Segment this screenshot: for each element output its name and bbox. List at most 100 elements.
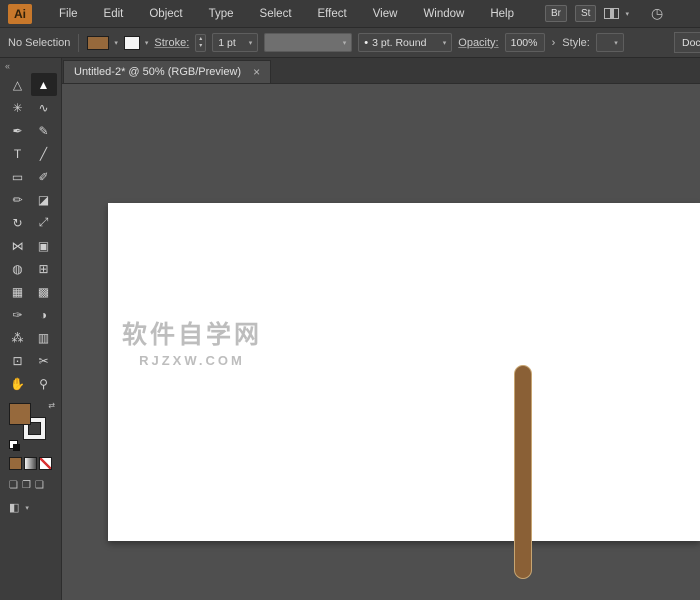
draw-normal-icon[interactable]: ❏ — [9, 480, 18, 491]
fill-swatch — [87, 36, 109, 50]
drawing-modes: ❏ ❐ ❑ — [9, 480, 61, 491]
width-tool[interactable]: ⋈ — [5, 234, 31, 257]
mesh-tool[interactable]: ▦ — [5, 280, 31, 303]
workspace-switcher[interactable]: ▾ — [604, 8, 629, 19]
separator — [78, 34, 79, 52]
menu-effect[interactable]: Effect — [305, 0, 360, 28]
chevron-down-icon: ▾ — [114, 39, 118, 47]
chevron-down-icon: ▾ — [339, 39, 347, 47]
curvature-tool[interactable]: ✎ — [31, 119, 57, 142]
drawn-stick-shape[interactable] — [514, 365, 532, 579]
opacity-field[interactable]: 100% — [505, 33, 545, 52]
canvas-area[interactable]: 软件自学网 RJZXW.COM — [62, 84, 700, 600]
stock-button[interactable]: St — [575, 5, 596, 22]
pencil-tool[interactable]: ✏ — [5, 188, 31, 211]
stroke-weight-stepper[interactable]: ▴ ▾ — [195, 34, 206, 52]
stroke-weight-dropdown[interactable]: 1 pt ▾ — [212, 33, 258, 52]
artboard: 软件自学网 RJZXW.COM — [108, 203, 700, 541]
menu-object[interactable]: Object — [136, 0, 195, 28]
stroke-swatch — [124, 36, 140, 50]
fill-stroke-indicator: ⇄ — [9, 401, 53, 449]
document-tab-bar: Untitled-2* @ 50% (RGB/Preview) × — [62, 58, 700, 84]
gradient-mode-button[interactable] — [24, 457, 37, 470]
magic-wand-tool[interactable]: ✳ — [5, 96, 31, 119]
gradient-tool[interactable]: ▩ — [31, 280, 57, 303]
draw-behind-icon[interactable]: ❐ — [22, 480, 31, 491]
menu-bar-right: Br St ▾ ◷ — [545, 5, 663, 22]
default-fill-stroke-icon[interactable] — [9, 440, 18, 449]
selection-status: No Selection — [8, 37, 70, 49]
fill-color-dropdown[interactable]: ▾ — [87, 36, 118, 50]
menu-file[interactable]: File — [46, 0, 91, 28]
chevron-down-icon: ▾ — [245, 39, 253, 47]
gpu-performance-icon[interactable]: ◷ — [651, 5, 663, 22]
screen-mode-button[interactable]: ◧ ▾ — [9, 501, 61, 514]
bridge-button[interactable]: Br — [545, 5, 567, 22]
chevron-down-icon: ▾ — [145, 39, 149, 47]
stepper-up-icon[interactable]: ▴ — [199, 36, 202, 43]
line-segment-tool[interactable]: ╱ — [31, 142, 57, 165]
perspective-grid-tool[interactable]: ⊞ — [31, 257, 57, 280]
stroke-color-dropdown[interactable]: ▾ — [124, 36, 149, 50]
tools-panel-header: « — [0, 58, 61, 73]
opacity-label[interactable]: Opacity: — [458, 37, 498, 49]
menu-window[interactable]: Window — [410, 0, 477, 28]
color-mode-row — [9, 457, 61, 470]
rectangle-tool[interactable]: ▭ — [5, 165, 31, 188]
collapse-panel-button[interactable]: « — [5, 61, 10, 71]
menu-help[interactable]: Help — [477, 0, 527, 28]
close-tab-icon[interactable]: × — [253, 65, 260, 79]
document-tab[interactable]: Untitled-2* @ 50% (RGB/Preview) × — [63, 60, 271, 83]
chevron-down-icon: ▾ — [610, 39, 618, 47]
style-label: Style: — [562, 37, 590, 49]
artboard-tool[interactable]: ⊡ — [5, 349, 31, 372]
app-logo-icon[interactable]: Ai — [8, 4, 32, 24]
rotate-tool[interactable]: ↻ — [5, 211, 31, 234]
direct-selection-tool[interactable]: ▲ — [31, 73, 57, 96]
watermark-text-url: RJZXW.COM — [112, 353, 272, 368]
watermark-text-cn: 软件自学网 — [112, 315, 272, 351]
zoom-tool[interactable]: ⚲ — [31, 372, 57, 395]
fill-color-box[interactable] — [9, 403, 31, 425]
symbol-sprayer-tool[interactable]: ⁂ — [5, 326, 31, 349]
brush-definition-dropdown[interactable]: • 3 pt. Round ▾ — [358, 33, 452, 52]
swap-fill-stroke-icon[interactable]: ⇄ — [48, 401, 55, 410]
hand-tool[interactable]: ✋ — [5, 372, 31, 395]
shape-builder-tool[interactable]: ◍ — [5, 257, 31, 280]
workspace-icon — [604, 8, 619, 19]
menu-bar: Ai FileEditObjectTypeSelectEffectViewWin… — [0, 0, 700, 28]
free-transform-tool[interactable]: ▣ — [31, 234, 57, 257]
column-graph-tool[interactable]: ▥ — [31, 326, 57, 349]
scale-tool[interactable]: ⤢ — [31, 211, 57, 234]
menu-type[interactable]: Type — [196, 0, 247, 28]
document-setup-button[interactable]: Doc — [674, 32, 700, 53]
menu-select[interactable]: Select — [247, 0, 305, 28]
eraser-tool[interactable]: ◪ — [31, 188, 57, 211]
tool-grid: △▲✳∿✒✎T╱▭✐✏◪↻⤢⋈▣◍⊞▦▩✑◑⁂▥⊡✂✋⚲ — [0, 73, 61, 395]
slice-tool[interactable]: ✂ — [31, 349, 57, 372]
watermark: 软件自学网 RJZXW.COM — [112, 315, 272, 368]
color-mode-button[interactable] — [9, 457, 22, 470]
pen-tool[interactable]: ✒ — [5, 119, 31, 142]
menu-view[interactable]: View — [360, 0, 411, 28]
selection-tool[interactable]: △ — [5, 73, 31, 96]
style-dropdown[interactable]: ▾ — [596, 33, 624, 52]
stroke-label[interactable]: Stroke: — [154, 37, 189, 49]
chevron-down-icon: ▾ — [439, 39, 447, 47]
type-tool[interactable]: T — [5, 142, 31, 165]
eyedropper-tool[interactable]: ✑ — [5, 303, 31, 326]
screen-mode-icon: ◧ — [9, 501, 19, 514]
tab-title: Untitled-2* @ 50% (RGB/Preview) — [74, 66, 241, 78]
paintbrush-tool[interactable]: ✐ — [31, 165, 57, 188]
chevron-down-icon: ▾ — [625, 10, 629, 18]
none-mode-button[interactable] — [39, 457, 52, 470]
stepper-down-icon[interactable]: ▾ — [199, 43, 202, 50]
control-bar: No Selection ▾ ▾ Stroke: ▴ ▾ 1 pt ▾ ▾ • … — [0, 28, 700, 58]
menu-edit[interactable]: Edit — [91, 0, 137, 28]
blend-tool[interactable]: ◑ — [31, 303, 57, 326]
tools-panel: « △▲✳∿✒✎T╱▭✐✏◪↻⤢⋈▣◍⊞▦▩✑◑⁂▥⊡✂✋⚲ ⇄ ❏ ❐ ❑ ◧… — [0, 58, 62, 600]
variable-width-profile-dropdown[interactable]: ▾ — [264, 33, 352, 52]
lasso-tool[interactable]: ∿ — [31, 96, 57, 119]
opacity-options-button[interactable]: › — [551, 37, 557, 49]
draw-inside-icon[interactable]: ❑ — [35, 480, 44, 491]
